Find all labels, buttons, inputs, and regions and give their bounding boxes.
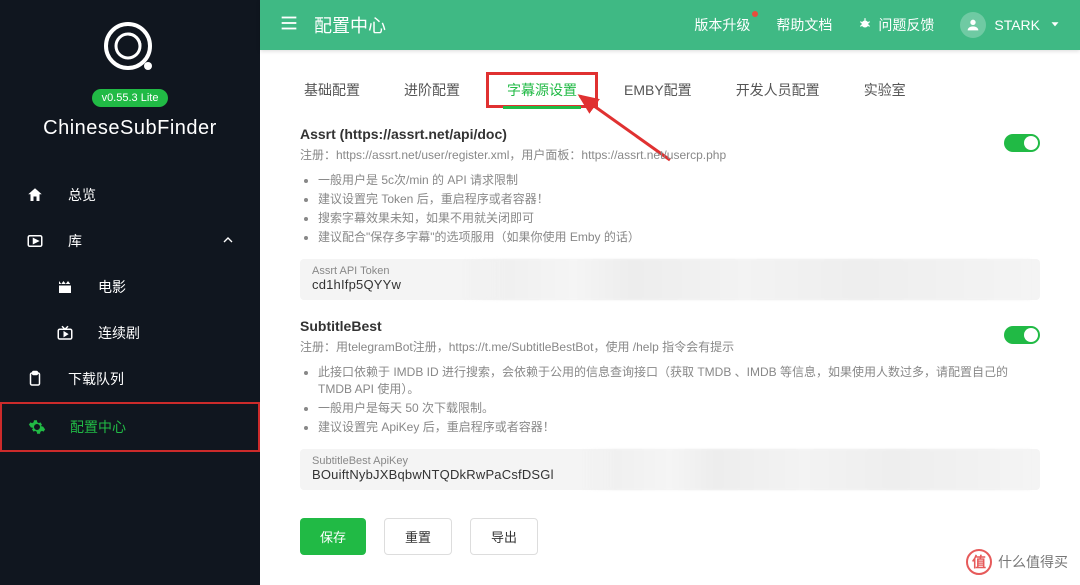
section-notes: 一般用户是 5c次/min 的 API 请求限制 建议设置完 Token 后，重… bbox=[300, 171, 1040, 245]
note-item: 建议配合"保存多字幕"的选项服用（如果你使用 Emby 的话） bbox=[318, 228, 1040, 245]
content: 基础配置 进阶配置 字幕源设置 EMBY配置 开发人员配置 实验室 Assrt … bbox=[260, 50, 1080, 585]
menu-icon[interactable] bbox=[278, 12, 300, 39]
tabs: 基础配置 进阶配置 字幕源设置 EMBY配置 开发人员配置 实验室 bbox=[300, 72, 1040, 108]
link-feedback-label: 问题反馈 bbox=[878, 15, 934, 35]
field-assrt-token[interactable]: Assrt API Token cd1hIfp5QYYw bbox=[300, 259, 1040, 300]
sidebar-item-library[interactable]: 库 bbox=[0, 218, 260, 264]
nav: 总览 库 电影 连续剧 下载队列 配置中心 bbox=[0, 172, 260, 452]
watermark-text: 什么值得买 bbox=[998, 552, 1068, 572]
sidebar-item-label: 下载队列 bbox=[68, 369, 236, 389]
export-button[interactable]: 导出 bbox=[470, 518, 538, 555]
sidebar-item-download-queue[interactable]: 下载队列 bbox=[0, 356, 260, 402]
topbar: 配置中心 版本升级 帮助文档 问题反馈 STARK bbox=[260, 0, 1080, 50]
sidebar-item-movies[interactable]: 电影 bbox=[0, 264, 260, 310]
redaction-blur bbox=[460, 259, 1030, 300]
user-name: STARK bbox=[994, 17, 1040, 33]
link-upgrade[interactable]: 版本升级 bbox=[694, 15, 750, 35]
sidebar-item-config-center[interactable]: 配置中心 bbox=[0, 402, 260, 452]
link-feedback[interactable]: 问题反馈 bbox=[858, 15, 934, 35]
tab-subtitle-sources[interactable]: 字幕源设置 bbox=[503, 74, 581, 109]
section-sub: 注册：https://assrt.net/user/register.xml，用… bbox=[300, 146, 1040, 163]
tab-advanced[interactable]: 进阶配置 bbox=[400, 72, 464, 108]
note-item: 建议设置完 ApiKey 后，重启程序或者容器！ bbox=[318, 418, 1040, 435]
sidebar-header: v0.55.3 Lite ChineseSubFinder bbox=[0, 0, 260, 150]
tab-basic[interactable]: 基础配置 bbox=[300, 72, 364, 108]
tv-icon bbox=[54, 322, 76, 344]
watermark-logo-icon: 值 bbox=[966, 549, 992, 575]
note-item: 一般用户是 5c次/min 的 API 请求限制 bbox=[318, 171, 1040, 188]
redaction-blur bbox=[580, 449, 1030, 490]
sidebar-item-label: 库 bbox=[68, 231, 220, 251]
section-sub: 注册：用telegramBot注册，https://t.me/SubtitleB… bbox=[300, 338, 1040, 355]
tab-developer[interactable]: 开发人员配置 bbox=[732, 72, 824, 108]
note-item: 建议设置完 Token 后，重启程序或者容器！ bbox=[318, 190, 1040, 207]
main: 配置中心 版本升级 帮助文档 问题反馈 STARK 基础配置 进阶配置 bbox=[260, 0, 1080, 585]
save-button[interactable]: 保存 bbox=[300, 518, 366, 555]
annotation-highlight: 字幕源设置 bbox=[486, 72, 598, 108]
chevron-up-icon bbox=[220, 232, 236, 251]
caret-down-icon bbox=[1048, 17, 1062, 34]
section-title: Assrt (https://assrt.net/api/doc) bbox=[300, 126, 1040, 142]
reset-button[interactable]: 重置 bbox=[384, 518, 452, 555]
section-subtitlebest: SubtitleBest 注册：用telegramBot注册，https://t… bbox=[300, 318, 1040, 490]
home-icon bbox=[24, 184, 46, 206]
note-item: 此接口依赖于 IMDB ID 进行搜索，会依赖于公用的信息查询接口（获取 TMD… bbox=[318, 363, 1040, 397]
sidebar-item-label: 电影 bbox=[98, 277, 236, 297]
watermark: 值 什么值得买 bbox=[966, 549, 1068, 575]
sidebar-item-label: 配置中心 bbox=[70, 417, 234, 437]
version-badge: v0.55.3 Lite bbox=[92, 89, 169, 107]
app-logo-icon bbox=[100, 18, 160, 78]
sidebar-item-label: 总览 bbox=[68, 185, 236, 205]
sidebar-item-series[interactable]: 连续剧 bbox=[0, 310, 260, 356]
clipboard-icon bbox=[24, 368, 46, 390]
sidebar-item-label: 连续剧 bbox=[98, 323, 236, 343]
tab-lab[interactable]: 实验室 bbox=[860, 72, 910, 108]
gear-icon bbox=[26, 416, 48, 438]
toggle-assrt[interactable] bbox=[1004, 134, 1040, 152]
section-title: SubtitleBest bbox=[300, 318, 1040, 334]
field-subtitlebest-apikey[interactable]: SubtitleBest ApiKey BOuiftNybJXBqbwNTQDk… bbox=[300, 449, 1040, 490]
section-notes: 此接口依赖于 IMDB ID 进行搜索，会依赖于公用的信息查询接口（获取 TMD… bbox=[300, 363, 1040, 435]
note-item: 一般用户是每天 50 次下载限制。 bbox=[318, 399, 1040, 416]
avatar-icon bbox=[960, 12, 986, 38]
page-title: 配置中心 bbox=[314, 12, 694, 38]
app-name: ChineseSubFinder bbox=[0, 117, 260, 140]
actions: 保存 重置 导出 bbox=[300, 518, 1040, 555]
sidebar: v0.55.3 Lite ChineseSubFinder 总览 库 电影 连续… bbox=[0, 0, 260, 585]
library-icon bbox=[24, 230, 46, 252]
section-assrt: Assrt (https://assrt.net/api/doc) 注册：htt… bbox=[300, 126, 1040, 300]
link-help[interactable]: 帮助文档 bbox=[776, 15, 832, 35]
tab-emby[interactable]: EMBY配置 bbox=[620, 72, 696, 108]
user-menu[interactable]: STARK bbox=[960, 12, 1062, 38]
sidebar-item-overview[interactable]: 总览 bbox=[0, 172, 260, 218]
movie-icon bbox=[54, 276, 76, 298]
topbar-right: 版本升级 帮助文档 问题反馈 STARK bbox=[694, 12, 1062, 38]
bug-icon bbox=[858, 17, 872, 34]
note-item: 搜索字幕效果未知，如果不用就关闭即可 bbox=[318, 209, 1040, 226]
toggle-subtitlebest[interactable] bbox=[1004, 326, 1040, 344]
